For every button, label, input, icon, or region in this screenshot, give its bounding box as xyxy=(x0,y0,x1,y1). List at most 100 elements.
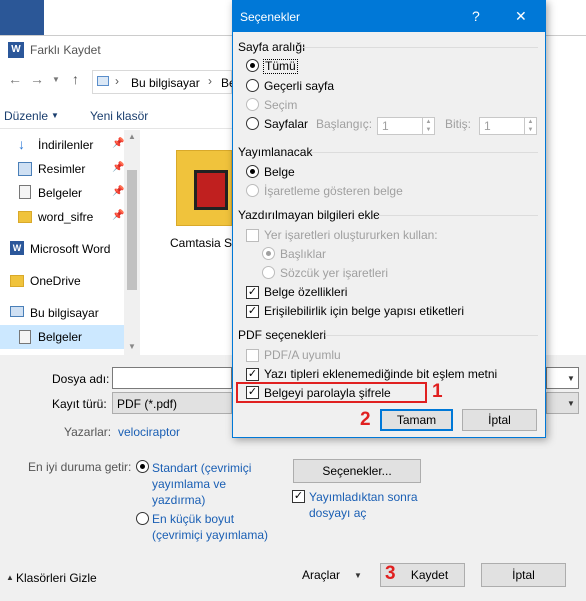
chevron-down-icon: ▼ xyxy=(354,571,362,580)
chevron-down-icon: ▼ xyxy=(567,374,575,383)
nav-label: Belgeler xyxy=(38,330,83,344)
filename-input[interactable] xyxy=(112,367,232,389)
pages-radio[interactable] xyxy=(246,117,259,130)
film-icon xyxy=(194,170,228,210)
optimize-standard-label: Standart (çevrimiçi yayımlama ve yazdırm… xyxy=(152,461,252,507)
options-button[interactable]: Seçenekler... xyxy=(293,459,421,483)
toolbar-divider xyxy=(0,128,232,129)
bitmap-text-checkbox[interactable]: ✓ xyxy=(246,368,259,381)
nav-item-word-sifre[interactable]: word_sifre 📌 xyxy=(0,209,140,229)
selection-label: Seçim xyxy=(264,98,298,112)
encrypt-checkbox[interactable]: ✓ xyxy=(246,386,259,399)
section-divider xyxy=(378,215,538,216)
pin-icon: 📌 xyxy=(112,138,125,149)
cancel-button[interactable]: İptal xyxy=(481,563,566,587)
dialog-cancel-button[interactable]: İptal xyxy=(462,409,537,431)
nav-item-pictures[interactable]: Resimler 📌 xyxy=(0,161,140,181)
pictures-icon xyxy=(18,162,32,176)
nav-label: Microsoft Word xyxy=(30,242,111,256)
annotation-1: 1 xyxy=(432,381,443,402)
nonprint-heading: Yazdırılmayan bilgileri ekle xyxy=(238,208,380,222)
filetype-select[interactable]: PDF (*.pdf) xyxy=(112,392,232,414)
optimize-label: En iyi duruma getir: xyxy=(28,460,132,474)
recent-dropdown[interactable]: ▼ xyxy=(52,75,60,84)
current-page-radio[interactable] xyxy=(246,79,259,92)
close-icon[interactable]: ✕ xyxy=(515,8,527,25)
address-bar[interactable]: › Bu bilgisayar › Be xyxy=(92,70,236,94)
selection-radio[interactable] xyxy=(246,98,259,111)
word-bookmarks-label: Sözcük yer işaretleri xyxy=(280,266,389,280)
headings-label: Başlıklar xyxy=(280,247,327,261)
struct-tags-checkbox[interactable]: ✓ xyxy=(246,305,259,318)
spinner-arrows-icon[interactable]: ▲ ▼ xyxy=(422,118,434,134)
document-radio[interactable] xyxy=(246,165,259,178)
pdf-options-heading: PDF seçenekleri xyxy=(238,328,327,342)
nav-label: İndirilenler xyxy=(38,138,94,152)
scroll-thumb[interactable] xyxy=(127,170,137,290)
pdfa-checkbox[interactable] xyxy=(246,349,259,362)
scroll-up-icon[interactable]: ▲ xyxy=(128,132,136,141)
optimize-standard-radio[interactable] xyxy=(136,460,149,473)
tools-menu[interactable]: Araçlar xyxy=(302,568,340,582)
all-pages-label: Tümü xyxy=(263,59,298,74)
section-divider xyxy=(325,335,538,336)
word-icon: W xyxy=(10,241,24,255)
organize-menu[interactable]: Düzenle xyxy=(4,109,48,123)
chevron-down-icon: ▼ xyxy=(51,111,59,120)
open-after-checkbox[interactable]: ✓ xyxy=(292,490,305,503)
folder-item-label: Camtasia St xyxy=(170,236,236,250)
from-spinner[interactable]: 1 ▲ ▼ xyxy=(377,117,435,135)
optimize-min-radio[interactable] xyxy=(136,512,149,525)
section-divider xyxy=(302,47,538,48)
nav-pane: ↓ İndirilenler 📌 Resimler 📌 Belgeler 📌 w… xyxy=(0,130,140,355)
pages-label: Sayfalar xyxy=(264,117,309,131)
bookmarks-checkbox[interactable] xyxy=(246,229,259,242)
nav-item-documents[interactable]: Belgeler 📌 xyxy=(0,185,140,205)
window-title: Farklı Kaydet xyxy=(30,43,101,57)
open-after-label: Yayımladıktan sonra dosyayı aç xyxy=(309,490,418,520)
to-value: 1 xyxy=(484,119,491,133)
spinner-arrows-icon[interactable]: ▲ ▼ xyxy=(524,118,536,134)
doc-props-checkbox[interactable]: ✓ xyxy=(246,286,259,299)
up-button[interactable]: ↑ xyxy=(72,71,79,87)
section-divider xyxy=(310,152,538,153)
headings-radio[interactable] xyxy=(262,247,275,260)
authors-label: Yazarlar: xyxy=(64,425,112,439)
nav-item-microsoft-word[interactable]: W Microsoft Word xyxy=(0,241,140,261)
bitmap-text-label: Yazı tipleri eklenemediğinde bit eşlem m… xyxy=(264,367,498,381)
all-pages-radio[interactable] xyxy=(246,59,259,72)
page-range-heading: Sayfa aralığı xyxy=(238,40,306,54)
chevron-down-icon: ▼ xyxy=(567,399,575,408)
filename-input-right[interactable]: ▼ xyxy=(546,367,579,389)
new-folder-button[interactable]: Yeni klasör xyxy=(90,109,148,123)
filetype-select-right[interactable]: ▼ xyxy=(546,392,579,414)
help-button[interactable]: ? xyxy=(472,8,480,24)
back-button[interactable]: ← xyxy=(8,71,22,87)
nav-item-downloads[interactable]: ↓ İndirilenler 📌 xyxy=(0,137,140,157)
nav-item-documents-selected[interactable]: Belgeler xyxy=(0,325,124,349)
word-bookmarks-radio[interactable] xyxy=(262,266,275,279)
nav-label: word_sifre xyxy=(38,210,94,224)
annotation-3: 3 xyxy=(385,563,396,584)
ok-button[interactable]: Tamam xyxy=(380,409,453,431)
nav-label: Bu bilgisayar xyxy=(30,306,99,320)
document-label: Belge xyxy=(264,165,295,179)
from-value: 1 xyxy=(382,119,389,133)
save-button-label: Kaydet xyxy=(410,568,449,582)
hide-folders-button[interactable]: Klasörleri Gizle xyxy=(16,571,97,585)
pin-icon: 📌 xyxy=(112,162,125,173)
nav-item-this-pc[interactable]: Bu bilgisayar xyxy=(0,305,140,325)
to-spinner[interactable]: 1 ▲ ▼ xyxy=(479,117,537,135)
to-label: Bitiş: xyxy=(445,117,472,131)
scroll-down-icon[interactable]: ▼ xyxy=(128,342,136,351)
forward-button[interactable]: → xyxy=(30,71,44,87)
encrypt-label: Belgeyi parolayla şifrele xyxy=(264,386,391,400)
markup-radio[interactable] xyxy=(246,184,259,197)
breadcrumb-item[interactable]: Bu bilgisayar xyxy=(131,76,200,90)
annotation-2: 2 xyxy=(360,409,371,430)
filetype-label: Kayıt türü: xyxy=(52,397,107,411)
authors-value[interactable]: velociraptor xyxy=(118,425,180,439)
nav-scrollbar[interactable]: ▲ ▼ xyxy=(124,130,140,355)
nav-item-onedrive[interactable]: OneDrive xyxy=(0,273,140,293)
folder-thumbnail[interactable] xyxy=(176,150,232,230)
